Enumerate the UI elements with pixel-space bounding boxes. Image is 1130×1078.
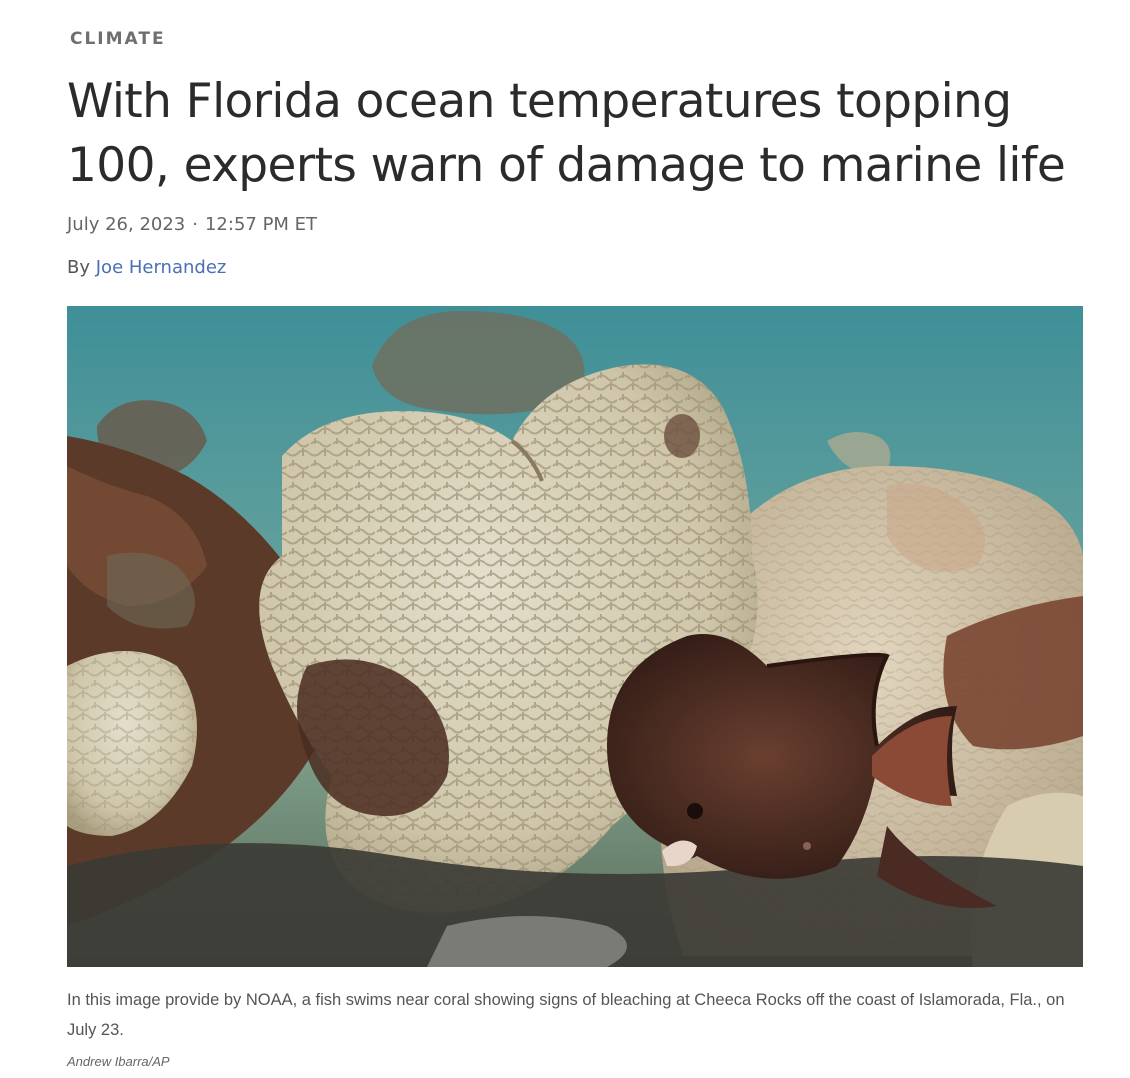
dateline: July 26, 2023 · 12:57 PM ET <box>67 214 317 235</box>
coral-reef-photo <box>67 306 1083 967</box>
image-credit: Andrew Ibarra/AP <box>67 1054 170 1069</box>
byline-prefix: By <box>67 257 91 278</box>
section-label[interactable]: CLIMATE <box>70 29 166 49</box>
publish-date: July 26, 2023 <box>67 214 186 235</box>
author-link[interactable]: Joe Hernandez <box>96 257 227 278</box>
date-separator: · <box>192 214 198 235</box>
publish-time: 12:57 PM ET <box>204 214 318 235</box>
article-image[interactable] <box>67 306 1083 967</box>
headline: With Florida ocean temperatures topping … <box>67 74 1066 193</box>
image-caption: In this image provide by NOAA, a fish sw… <box>67 991 1065 1039</box>
byline: By Joe Hernandez <box>67 257 226 278</box>
